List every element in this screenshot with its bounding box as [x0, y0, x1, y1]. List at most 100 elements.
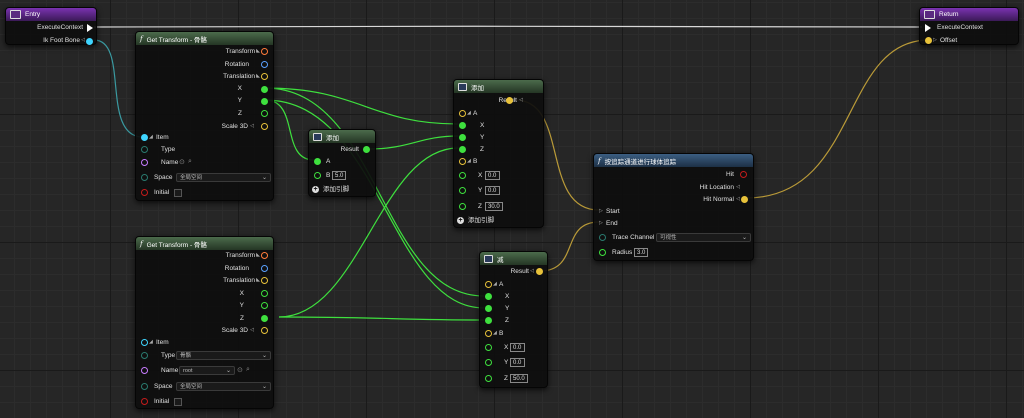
trace-channel-dropdown[interactable]: 可视性 ⌄: [656, 233, 751, 242]
az-label: Z: [480, 146, 484, 153]
b-value-field[interactable]: 5.0: [332, 171, 346, 180]
get-transform-node-2[interactable]: f Get Transform - 骨骼 Transform ◣ Rotation…: [135, 236, 274, 409]
add-pin-label[interactable]: 添加引脚: [323, 186, 349, 194]
hit-pin[interactable]: [740, 171, 747, 178]
bz-value-field[interactable]: 50.0: [510, 374, 528, 383]
hit-normal-pin[interactable]: [741, 196, 748, 203]
b-pin[interactable]: [459, 158, 466, 165]
y-pin[interactable]: [261, 98, 268, 105]
scale3d-pin[interactable]: [261, 327, 268, 334]
get-transform-header: f Get Transform - 骨骼: [136, 237, 273, 250]
type-dropdown[interactable]: 骨骼 ⌄: [176, 351, 271, 360]
b-pin[interactable]: [314, 172, 321, 179]
entry-node[interactable]: Entry ExecuteContext Ik Foot Bone ◁: [5, 7, 97, 45]
z-pin[interactable]: [261, 315, 268, 322]
transform-pin[interactable]: [261, 252, 268, 259]
ay-label: Y: [505, 305, 510, 312]
ax-pin[interactable]: [459, 122, 466, 129]
space-pin[interactable]: [141, 383, 148, 390]
by-label: Y: [478, 187, 483, 194]
subtract-vector-node[interactable]: 减 Result ◁ ◢ A X Y Z ◢ B X 0.0 Y 0.0 Z 5…: [479, 251, 548, 388]
transform-pin[interactable]: [261, 48, 268, 55]
y-pin[interactable]: [261, 302, 268, 309]
item-pin[interactable]: [141, 339, 148, 346]
bz-pin[interactable]: [485, 375, 492, 382]
ik-foot-bone-pin[interactable]: [86, 38, 93, 45]
get-transform-title: Get Transform - 骨骼: [146, 241, 207, 249]
space-dropdown[interactable]: 全局空间 ⌄: [176, 173, 271, 182]
add-float-node[interactable]: 添加 Result A B 5.0 + 添加引脚: [308, 129, 376, 197]
rotation-pin[interactable]: [261, 265, 268, 272]
return-node[interactable]: Return ExecuteContext ▷ Offset: [919, 7, 1019, 45]
initial-pin[interactable]: [141, 189, 148, 196]
a-pin[interactable]: [459, 110, 466, 117]
math-icon: [484, 254, 493, 263]
name-pin[interactable]: [141, 159, 148, 166]
type-pin[interactable]: [141, 352, 148, 359]
x-pin[interactable]: [261, 290, 268, 297]
ay-pin[interactable]: [485, 305, 492, 312]
ay-pin[interactable]: [459, 134, 466, 141]
radius-value-field[interactable]: 3.0: [634, 248, 648, 257]
name-dropdown[interactable]: root ⌄: [179, 366, 235, 375]
a-pin[interactable]: [485, 281, 492, 288]
add-title: 添加: [326, 134, 339, 142]
type-pin[interactable]: [141, 146, 148, 153]
initial-checkbox[interactable]: [174, 189, 182, 197]
bx-pin[interactable]: [459, 172, 466, 179]
expand-arrow-icon: ▷: [933, 37, 937, 43]
az-pin[interactable]: [485, 317, 492, 324]
add-vector-node[interactable]: 添加 Result ◁ ◢ A X Y Z ◢ B X 0.0 Y 0.0 Z …: [453, 79, 544, 228]
by-value-field[interactable]: 0.0: [485, 186, 500, 195]
radius-pin[interactable]: [599, 249, 606, 256]
reset-icon[interactable]: ⊙: [179, 158, 185, 166]
bz-value-field[interactable]: 30.0: [485, 202, 503, 211]
a-pin[interactable]: [314, 158, 321, 165]
math-icon: [313, 132, 322, 141]
space-dropdown[interactable]: 全局空间 ⌄: [176, 382, 271, 391]
z-pin[interactable]: [261, 110, 268, 117]
add-pin-icon[interactable]: +: [312, 186, 319, 193]
offset-pin[interactable]: [925, 37, 932, 44]
bz-pin[interactable]: [459, 203, 466, 210]
search-icon[interactable]: ⌕: [188, 158, 192, 166]
add-pin-icon[interactable]: +: [457, 217, 464, 224]
transform-label: Transform: [225, 252, 255, 259]
result-pin[interactable]: [363, 146, 370, 153]
bx-value-field[interactable]: 0.0: [510, 343, 525, 352]
graph-canvas[interactable]: Entry ExecuteContext Ik Foot Bone ◁ Retu…: [0, 0, 1024, 418]
search-icon[interactable]: ⌕: [246, 366, 250, 374]
initial-checkbox[interactable]: [174, 398, 182, 406]
ax-pin[interactable]: [485, 293, 492, 300]
expand-arrow-icon: ◣: [256, 73, 260, 79]
scale3d-pin[interactable]: [261, 123, 268, 130]
exec-out-pin[interactable]: [87, 24, 93, 32]
translation-pin[interactable]: [261, 73, 268, 80]
name-pin[interactable]: [141, 367, 148, 374]
name-label: Name: [161, 367, 179, 374]
result-pin[interactable]: [536, 268, 543, 275]
reset-icon[interactable]: ⊙: [237, 366, 243, 374]
trace-channel-pin[interactable]: [599, 234, 606, 241]
b-pin[interactable]: [485, 330, 492, 337]
result-pin[interactable]: [506, 97, 513, 104]
space-pin[interactable]: [141, 174, 148, 181]
sphere-trace-node[interactable]: f 按追踪通道进行球体追踪 Hit Hit Location ◁ Hit Norm…: [593, 153, 754, 261]
by-pin[interactable]: [459, 187, 466, 194]
translation-pin[interactable]: [261, 277, 268, 284]
exec-in-pin[interactable]: [925, 24, 931, 32]
by-value-field[interactable]: 0.0: [510, 358, 525, 367]
chevron-down-icon: ⌄: [261, 384, 267, 390]
initial-pin[interactable]: [141, 398, 148, 405]
return-title: Return: [939, 11, 959, 18]
by-pin[interactable]: [485, 359, 492, 366]
event-icon: [10, 10, 21, 19]
bx-pin[interactable]: [485, 344, 492, 351]
x-pin[interactable]: [261, 86, 268, 93]
bx-value-field[interactable]: 0.0: [485, 171, 500, 180]
get-transform-node-1[interactable]: f Get Transform - 骨骼 Transform ◣ Rotation…: [135, 31, 274, 201]
rotation-pin[interactable]: [261, 61, 268, 68]
az-pin[interactable]: [459, 146, 466, 153]
item-pin[interactable]: [141, 134, 148, 141]
add-pin-label[interactable]: 添加引脚: [468, 217, 494, 225]
